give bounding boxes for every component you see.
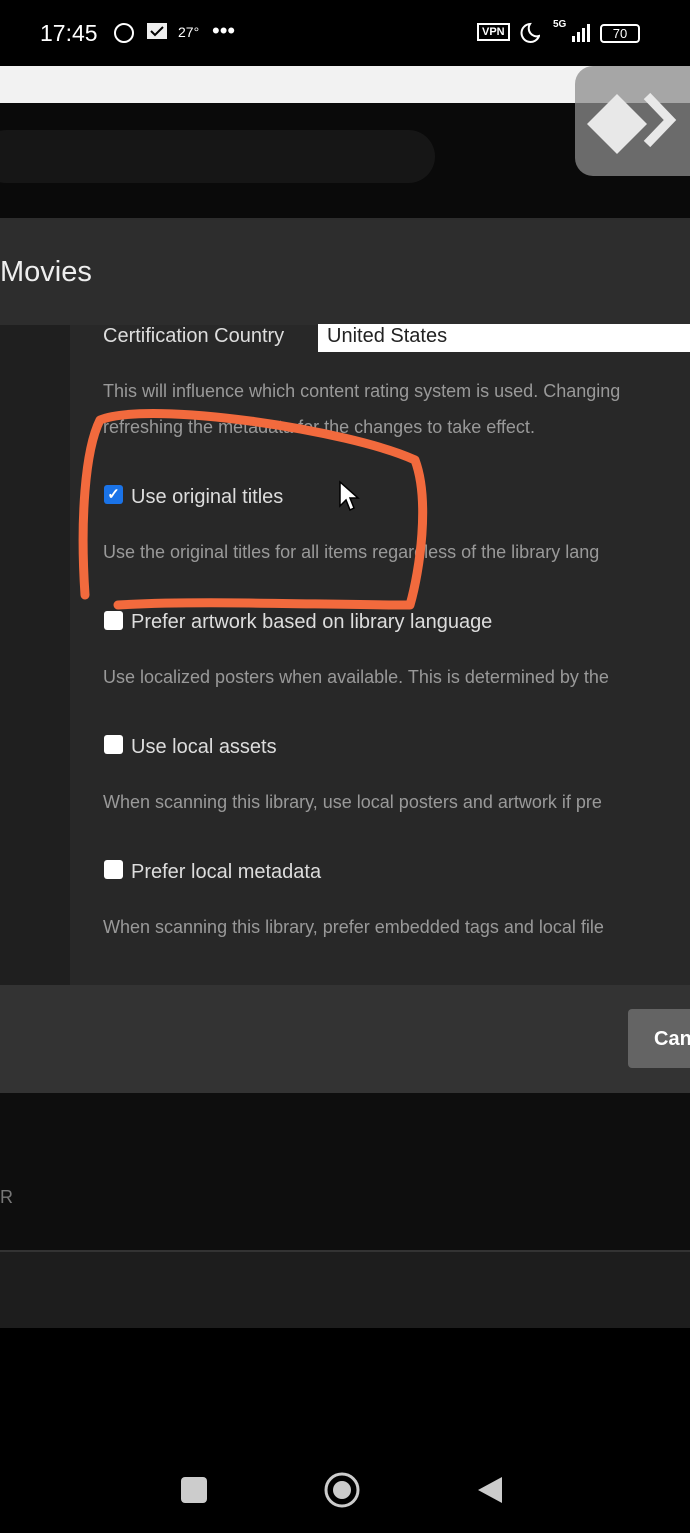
- dialog-footer: [0, 985, 690, 1093]
- annotation-highlight-outline: [78, 409, 428, 610]
- background-text: R: [0, 1187, 13, 1207]
- background-page-footer: [0, 1250, 690, 1328]
- back-triangle-icon[interactable]: [476, 1475, 504, 1505]
- mouse-cursor-icon: [339, 480, 360, 512]
- use-local-assets-checkbox[interactable]: [104, 735, 123, 754]
- recents-square-icon[interactable]: [180, 1476, 208, 1504]
- use-local-assets-label[interactable]: Use local assets: [131, 736, 277, 759]
- cancel-button[interactable]: Can: [628, 1009, 690, 1068]
- prefer-local-metadata-description: When scanning this library, prefer embed…: [103, 917, 604, 937]
- prefer-local-metadata-checkbox[interactable]: [104, 860, 123, 879]
- use-local-assets-description: When scanning this library, use local po…: [103, 792, 602, 812]
- home-circle-icon[interactable]: [323, 1471, 361, 1509]
- prefer-local-metadata-label[interactable]: Prefer local metadata: [131, 861, 321, 884]
- background-page: [0, 1093, 690, 1250]
